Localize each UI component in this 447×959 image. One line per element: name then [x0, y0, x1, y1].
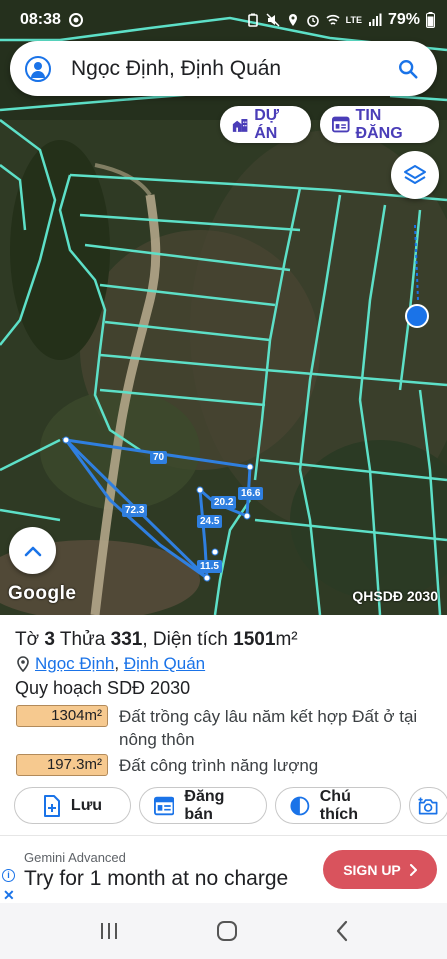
post-sale-label: Đăng bán — [184, 787, 225, 823]
my-location-marker — [405, 304, 429, 328]
post-sale-button[interactable]: Đăng bán — [139, 787, 267, 824]
search-icon[interactable] — [397, 58, 419, 80]
network-type: LTE — [345, 14, 362, 25]
battery-percent: 79% — [387, 11, 420, 28]
mute-icon — [266, 13, 280, 27]
layers-button[interactable] — [391, 151, 439, 199]
measurement-label: 11.5 — [197, 560, 222, 573]
listing-icon — [332, 116, 350, 133]
map-view[interactable]: 08:38 LTE 79% Ngọc Định, Định Quán DỰ ÁN… — [0, 0, 447, 615]
measurement-label: 16.6 — [238, 487, 264, 500]
land-use-area: 197.3m² — [16, 754, 108, 776]
land-use-row: 197.3m² Đất công trình năng lượng — [16, 754, 419, 777]
measurement-label: 20.2 — [211, 496, 237, 509]
save-button[interactable]: Lưu — [14, 787, 131, 824]
location-icon — [288, 14, 297, 26]
land-use-area: 1304m² — [16, 705, 108, 727]
listing-icon — [154, 796, 175, 815]
search-bar[interactable]: Ngọc Định, Định Quán — [10, 41, 437, 96]
commune-link[interactable]: Ngọc Định — [35, 654, 114, 673]
battery-icon — [426, 12, 435, 28]
land-use-row: 1304m² Đất trồng cây lâu năm kết hợp Đất… — [16, 705, 419, 751]
listings-label: TIN ĐĂNG — [355, 106, 403, 142]
chrome-icon — [68, 13, 83, 27]
wifi-icon — [326, 14, 340, 25]
land-use-description: Đất trồng cây lâu năm kết hợp Đất ở tại … — [119, 707, 418, 749]
expand-panel-button[interactable] — [9, 527, 56, 574]
chevron-right-icon — [409, 863, 417, 876]
parcel-number: 331 — [110, 629, 143, 650]
plan-layer-label: QHSDĐ 2030 — [352, 588, 438, 604]
parcel-label: Thửa — [59, 629, 106, 650]
google-logo: Google — [8, 583, 77, 604]
lot-summary: Tờ 3 Thửa 331, Diện tích 1501m² — [15, 629, 298, 650]
sheet-label: Tờ — [15, 629, 40, 650]
legend-button[interactable]: Chú thích — [275, 787, 401, 824]
building-icon — [232, 118, 248, 132]
legend-label: Chú thích — [319, 787, 358, 823]
ad-close-icon[interactable]: ✕ — [3, 887, 15, 904]
ad-signup-label: SIGN UP — [343, 861, 401, 878]
contrast-icon — [290, 796, 310, 815]
land-use-description: Đất công trình năng lượng — [119, 756, 319, 775]
area-label: Diện tích — [152, 629, 228, 650]
measurement-label: 70 — [150, 451, 168, 464]
projects-button[interactable]: DỰ ÁN — [220, 106, 311, 143]
status-bar: 08:38 LTE 79% — [0, 0, 447, 40]
ad-info-icon[interactable]: i — [2, 869, 15, 882]
ad-banner[interactable]: i ✕ Gemini Advanced Try for 1 month at n… — [0, 835, 447, 903]
location-pin-icon — [17, 656, 29, 672]
action-row: Lưu Đăng bán Chú thích — [14, 787, 447, 824]
ad-signup-button[interactable]: SIGN UP — [323, 850, 437, 889]
account-icon[interactable] — [25, 55, 51, 82]
chevron-up-icon — [24, 546, 41, 556]
add-photo-button[interactable] — [409, 787, 447, 824]
measurement-label: 24.5 — [197, 515, 223, 528]
lot-address: Ngọc Định, Định Quán — [17, 654, 205, 674]
signal-icon — [368, 13, 382, 26]
search-input[interactable]: Ngọc Định, Định Quán — [71, 57, 281, 81]
recent-apps-icon[interactable] — [98, 921, 120, 941]
layers-icon — [404, 165, 426, 184]
clock: 08:38 — [20, 11, 61, 28]
ad-brand: Gemini Advanced — [24, 850, 126, 865]
back-icon[interactable] — [335, 920, 349, 942]
lot-info-panel: Tờ 3 Thửa 331, Diện tích 1501m² Ngọc Địn… — [0, 615, 447, 835]
add-photo-icon — [418, 797, 438, 814]
area-value: 1501 — [233, 629, 276, 650]
sheet-number: 3 — [44, 629, 55, 650]
system-nav-bar — [0, 903, 447, 959]
battery-saver-icon — [247, 13, 258, 27]
measurement-label: 72.3 — [122, 504, 148, 517]
listings-button[interactable]: TIN ĐĂNG — [320, 106, 439, 143]
address-separator: , — [114, 654, 120, 673]
ad-headline[interactable]: Try for 1 month at no charge — [24, 867, 288, 891]
area-unit: m² — [275, 629, 298, 650]
add-document-icon — [43, 794, 60, 817]
district-link[interactable]: Định Quán — [124, 654, 205, 673]
projects-label: DỰ ÁN — [254, 106, 280, 142]
home-icon[interactable] — [216, 920, 238, 942]
alarm-icon — [306, 15, 319, 27]
save-label: Lưu — [70, 796, 103, 814]
plan-title: Quy hoạch SDĐ 2030 — [15, 678, 191, 698]
